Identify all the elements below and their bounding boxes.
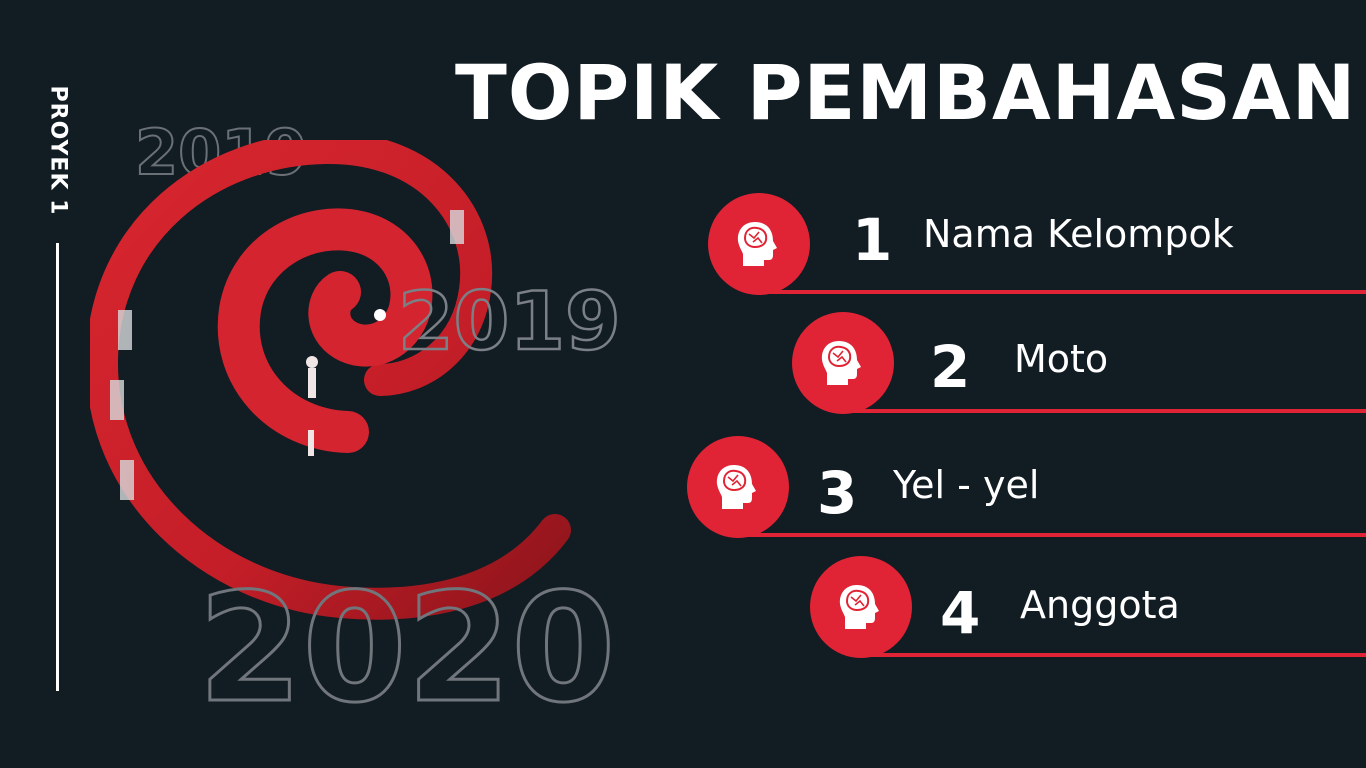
- topic-label: Moto: [1014, 337, 1109, 381]
- topic-label: Yel - yel: [893, 463, 1040, 507]
- topic-underline: [768, 290, 1366, 294]
- topic-row-4[interactable]: 4 Anggota: [810, 556, 1366, 666]
- brain-head-icon: [716, 465, 756, 509]
- side-label-text: PROYEK 1: [45, 85, 71, 216]
- topic-number: 2: [930, 333, 971, 401]
- brain-head-icon: [821, 341, 861, 385]
- topic-underline: [852, 409, 1366, 413]
- spiral-graphic: [90, 140, 571, 620]
- topic-label: Nama Kelompok: [923, 212, 1234, 256]
- topic-number: 1: [852, 206, 893, 274]
- brain-head-icon: [839, 585, 879, 629]
- topic-label: Anggota: [1020, 583, 1180, 627]
- topic-row-3[interactable]: 3 Yel - yel: [687, 436, 1366, 546]
- topic-row-2[interactable]: 2 Moto: [792, 312, 1366, 422]
- topic-number: 3: [817, 459, 858, 527]
- page-title: TOPIK PEMBAHASAN: [455, 48, 1357, 137]
- topic-icon-circle: [687, 436, 789, 538]
- topic-icon-circle: [810, 556, 912, 658]
- spiral-inner-band: [217, 208, 433, 453]
- side-label: PROYEK 1: [33, 78, 83, 228]
- topic-icon-circle: [708, 193, 810, 295]
- brain-head-icon: [737, 222, 777, 266]
- topic-underline: [747, 533, 1366, 537]
- topic-row-1[interactable]: 1 Nama Kelompok: [708, 193, 1366, 303]
- gear-icon: [374, 309, 386, 321]
- side-divider-line: [56, 243, 59, 691]
- topic-icon-circle: [792, 312, 894, 414]
- topic-number: 4: [940, 579, 981, 647]
- topic-underline: [870, 653, 1366, 657]
- year-outline-middle: 2019: [397, 275, 622, 368]
- year-outline-bottom: 2020: [196, 562, 616, 736]
